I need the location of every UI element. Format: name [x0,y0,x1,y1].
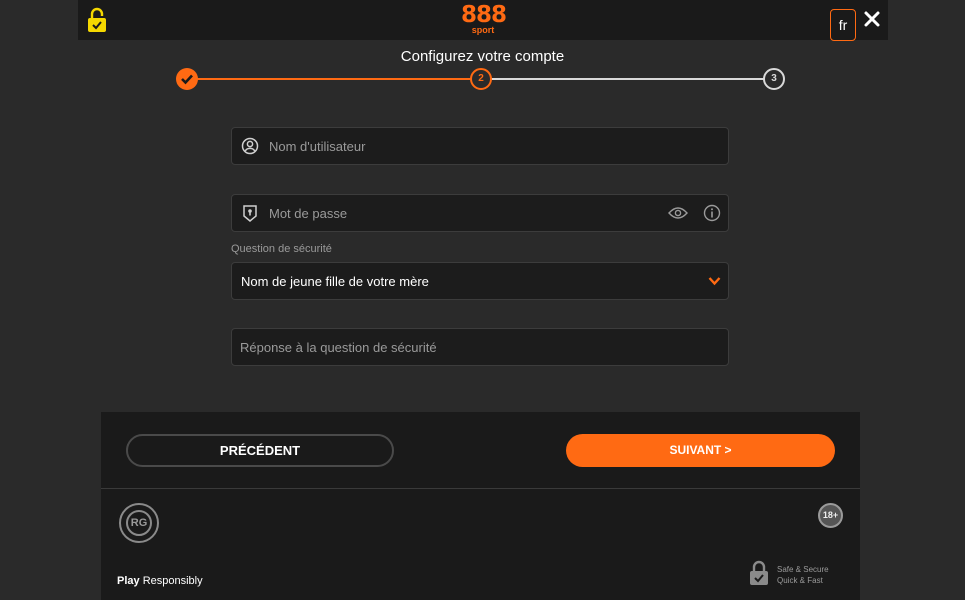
page-title: Configurez votre compte [400,48,565,65]
security-answer-input[interactable] [240,329,710,365]
secure-line-2: Quick & Fast [777,576,823,585]
step-3-pending: 3 [763,68,785,90]
secure-line-1: Safe & Secure [777,565,829,574]
step-1-completed [176,68,198,90]
progress-stepper: 2 3 [176,68,786,90]
brand-logo: 888 sport [461,2,507,35]
play-responsibly-link[interactable]: Play Responsibly [117,575,203,587]
chevron-down-icon [708,277,721,286]
password-input[interactable] [269,195,649,231]
security-question-label: Question de sécurité [231,243,332,255]
info-icon[interactable] [703,204,721,222]
security-answer-field [231,328,729,366]
username-field [231,127,729,165]
responsibly-label: Responsibly [139,575,203,587]
secure-lock-icon [750,560,768,585]
next-button[interactable]: SUIVANT > [566,434,835,467]
rg-label: RG [126,510,152,536]
step-line-completed [196,78,472,80]
language-button[interactable]: fr [830,9,856,41]
username-input[interactable] [269,128,649,164]
age-18-badge: 18+ [818,503,843,528]
logo-main: 888 [461,2,507,28]
lock-icon [88,7,106,32]
eye-icon[interactable] [668,206,688,220]
check-icon [181,74,193,85]
previous-button[interactable]: PRÉCÉDENT [126,434,394,467]
divider [101,488,860,489]
safe-secure-text: Safe & Secure Quick & Fast [777,564,829,586]
user-icon [241,137,259,155]
responsible-gaming-badge[interactable]: RG [119,503,159,543]
key-lock-icon [243,205,257,222]
security-question-value: Nom de jeune fille de votre mère [241,274,429,289]
step-2-current: 2 [470,68,492,90]
close-icon[interactable] [863,10,881,28]
security-question-select[interactable]: Nom de jeune fille de votre mère [231,262,729,300]
password-field [231,194,729,232]
top-bar: 888 sport fr [78,0,888,41]
play-label: Play [117,575,140,587]
footer-panel: PRÉCÉDENT SUIVANT > RG 18+ Play Responsi… [101,412,860,600]
step-line-pending [490,78,764,80]
